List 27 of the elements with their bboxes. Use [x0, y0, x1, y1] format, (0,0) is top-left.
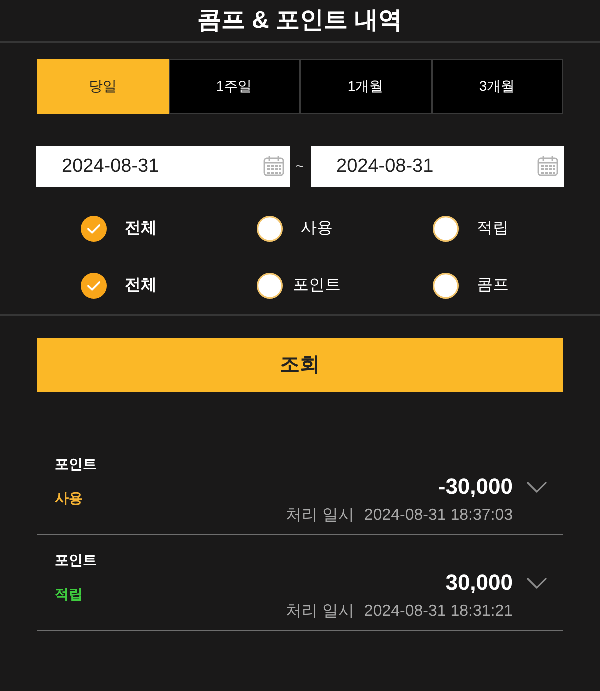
transaction-type: 사용 [55, 489, 83, 508]
filter-option[interactable]: 전체 [81, 273, 171, 299]
filter-option[interactable]: 적립 [433, 216, 523, 242]
amount: -30,000 [438, 473, 513, 501]
date-field[interactable]: 2024-08-31 [310, 146, 564, 187]
filter-option[interactable]: 사용 [257, 216, 347, 242]
history-category: 포인트 [55, 455, 97, 474]
period-tab[interactable]: 1주일 [168, 59, 300, 114]
filter-option[interactable]: 포인트 [257, 273, 347, 299]
chevron-down-icon[interactable] [527, 578, 547, 588]
period-tab[interactable]: 3개월 [432, 59, 563, 114]
processed-datetime: 2024-08-31 18:31:21 [364, 602, 513, 622]
date-field[interactable]: 2024-08-31 [36, 146, 290, 187]
processed-datetime: 2024-08-31 18:37:03 [364, 506, 513, 526]
filter-option[interactable]: 콤프 [433, 273, 523, 299]
period-tab[interactable]: 당일 [37, 59, 168, 114]
date-label: 처리 일시 [286, 602, 354, 622]
date-label: 처리 일시 [286, 506, 354, 526]
transaction-type: 적립 [55, 585, 83, 604]
chevron-down-icon[interactable] [527, 482, 547, 492]
period-tab[interactable]: 1개월 [300, 59, 432, 114]
amount: 30,000 [446, 569, 513, 597]
range-separator: ~ [296, 157, 304, 176]
page-title: 콤프 & 포인트 내역 [197, 6, 403, 36]
filter-option[interactable]: 전체 [81, 216, 171, 242]
search-button[interactable]: 조회 [37, 338, 563, 392]
history-category: 포인트 [55, 551, 97, 570]
